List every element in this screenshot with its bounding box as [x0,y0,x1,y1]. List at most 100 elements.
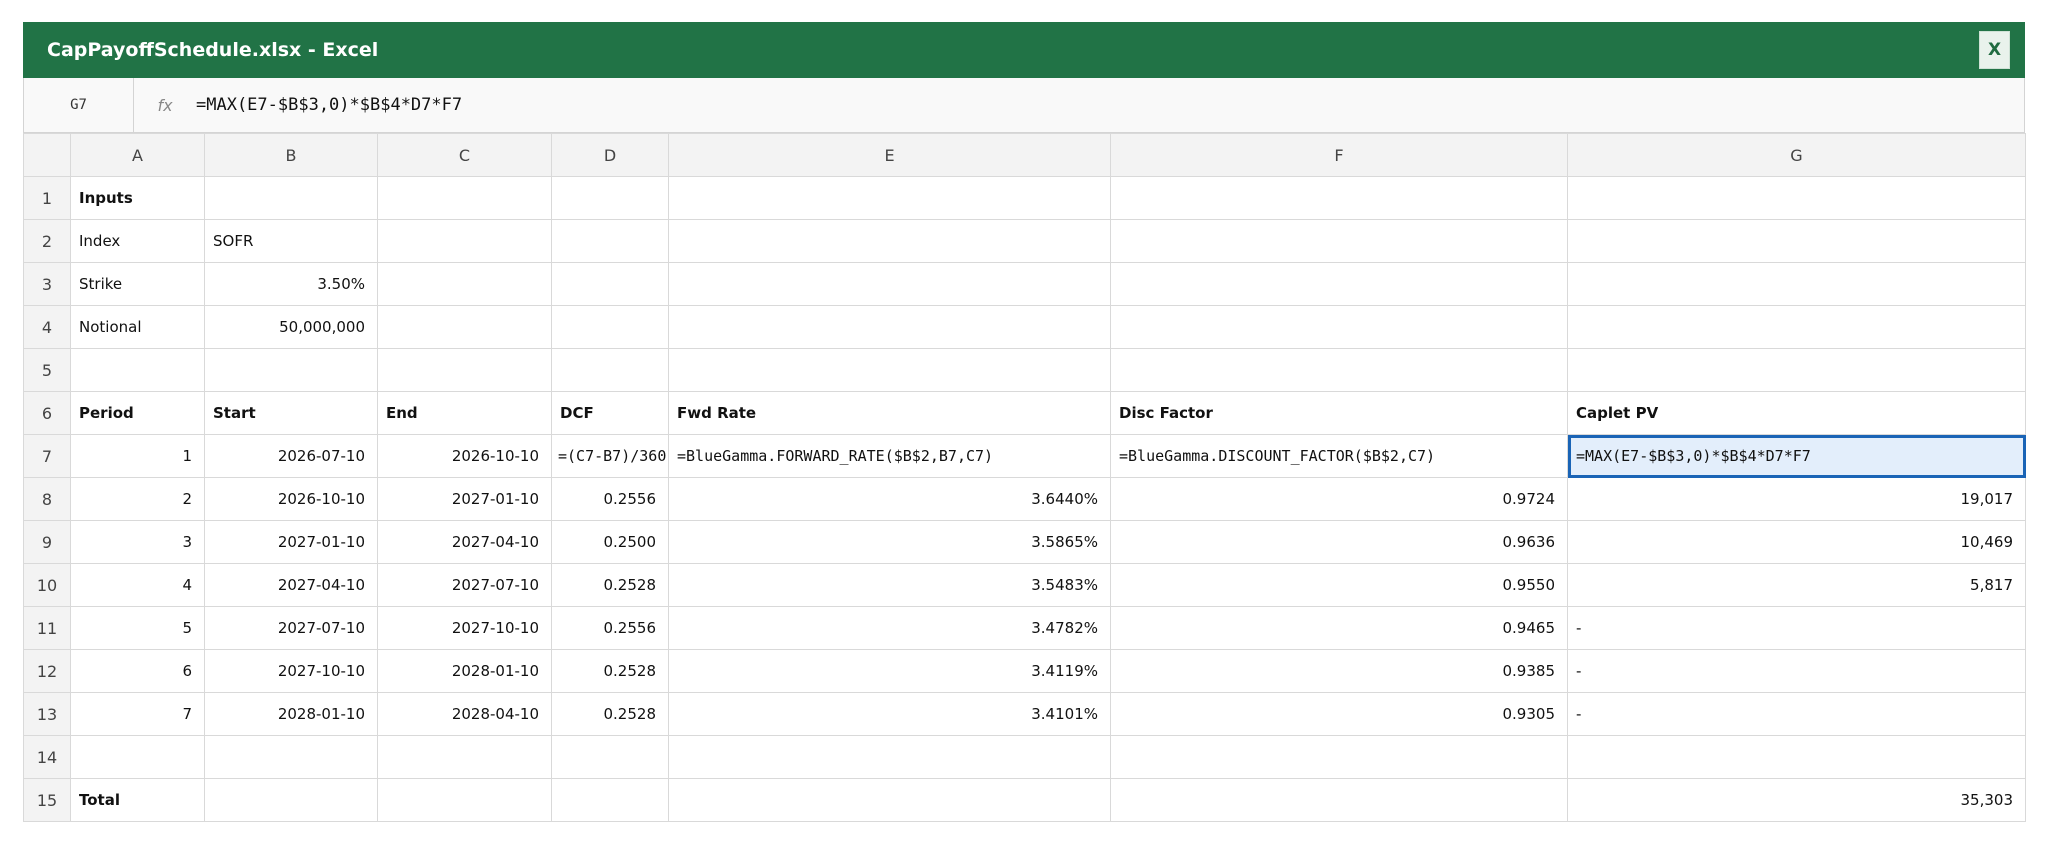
cell-b1[interactable] [204,176,378,220]
cell-c1[interactable] [377,176,552,220]
cell-a1[interactable]: Inputs [70,176,205,220]
cell-a5[interactable] [70,348,205,392]
column-header-d[interactable]: D [551,133,669,177]
cell-f14[interactable] [1110,735,1568,779]
cell-f8[interactable]: 0.9724 [1110,477,1568,521]
row-header[interactable]: 7 [23,434,71,478]
cell-b13[interactable]: 2028-01-10 [204,692,378,736]
cell-c9[interactable]: 2027-04-10 [377,520,552,564]
row-header[interactable]: 3 [23,262,71,306]
cell-c13[interactable]: 2028-04-10 [377,692,552,736]
cell-d4[interactable] [551,305,669,349]
cell-a9[interactable]: 3 [70,520,205,564]
cell-d2[interactable] [551,219,669,263]
cell-f12[interactable]: 0.9385 [1110,649,1568,693]
cell-b14[interactable] [204,735,378,779]
cell-f3[interactable] [1110,262,1568,306]
row-header[interactable]: 9 [23,520,71,564]
cell-d7[interactable]: =(C7-B7)/360 [551,434,669,478]
cell-c11[interactable]: 2027-10-10 [377,606,552,650]
row-header[interactable]: 10 [23,563,71,607]
cell-c5[interactable] [377,348,552,392]
cell-g14[interactable] [1567,735,2026,779]
column-header-f[interactable]: F [1110,133,1568,177]
cell-c10[interactable]: 2027-07-10 [377,563,552,607]
cell-c2[interactable] [377,219,552,263]
row-header[interactable]: 14 [23,735,71,779]
cell-e6[interactable]: Fwd Rate [668,391,1111,435]
cell-b15[interactable] [204,778,378,822]
cell-d15[interactable] [551,778,669,822]
column-header-b[interactable]: B [204,133,378,177]
cell-b12[interactable]: 2027-10-10 [204,649,378,693]
cell-g2[interactable] [1567,219,2026,263]
cell-a13[interactable]: 7 [70,692,205,736]
formula-input[interactable]: =MAX(E7-$B$3,0)*$B$4*D7*F7 [196,95,462,115]
row-header[interactable]: 12 [23,649,71,693]
cell-e2[interactable] [668,219,1111,263]
cell-d12[interactable]: 0.2528 [551,649,669,693]
cell-e9[interactable]: 3.5865% [668,520,1111,564]
cell-e12[interactable]: 3.4119% [668,649,1111,693]
cell-c12[interactable]: 2028-01-10 [377,649,552,693]
cell-g10[interactable]: 5,817 [1567,563,2026,607]
cell-b7[interactable]: 2026-07-10 [204,434,378,478]
cell-e15[interactable] [668,778,1111,822]
cell-a6[interactable]: Period [70,391,205,435]
row-header[interactable]: 13 [23,692,71,736]
cell-e10[interactable]: 3.5483% [668,563,1111,607]
cell-g8[interactable]: 19,017 [1567,477,2026,521]
cell-b6[interactable]: Start [204,391,378,435]
select-all-corner[interactable] [23,133,71,177]
row-header[interactable]: 1 [23,176,71,220]
cell-g11[interactable]: - [1567,606,2026,650]
cell-c4[interactable] [377,305,552,349]
cell-c15[interactable] [377,778,552,822]
cell-d5[interactable] [551,348,669,392]
cell-c14[interactable] [377,735,552,779]
row-header[interactable]: 5 [23,348,71,392]
cell-b3[interactable]: 3.50% [204,262,378,306]
cell-d11[interactable]: 0.2556 [551,606,669,650]
cell-d14[interactable] [551,735,669,779]
cell-e5[interactable] [668,348,1111,392]
row-header[interactable]: 15 [23,778,71,822]
cell-b9[interactable]: 2027-01-10 [204,520,378,564]
cell-d8[interactable]: 0.2556 [551,477,669,521]
cell-d9[interactable]: 0.2500 [551,520,669,564]
cell-b2[interactable]: SOFR [204,219,378,263]
cell-g1[interactable] [1567,176,2026,220]
column-header-c[interactable]: C [377,133,552,177]
column-header-g[interactable]: G [1567,133,2026,177]
cell-a12[interactable]: 6 [70,649,205,693]
cell-b11[interactable]: 2027-07-10 [204,606,378,650]
cell-g4[interactable] [1567,305,2026,349]
row-header[interactable]: 8 [23,477,71,521]
cell-d10[interactable]: 0.2528 [551,563,669,607]
cell-d13[interactable]: 0.2528 [551,692,669,736]
cell-f1[interactable] [1110,176,1568,220]
row-header[interactable]: 6 [23,391,71,435]
cell-d3[interactable] [551,262,669,306]
name-box[interactable]: G7 [24,78,134,132]
cell-c3[interactable] [377,262,552,306]
cell-e11[interactable]: 3.4782% [668,606,1111,650]
cell-f7[interactable]: =BlueGamma.DISCOUNT_FACTOR($B$2,C7) [1110,434,1568,478]
column-header-e[interactable]: E [668,133,1111,177]
cell-c7[interactable]: 2026-10-10 [377,434,552,478]
cell-f5[interactable] [1110,348,1568,392]
cell-a3[interactable]: Strike [70,262,205,306]
cell-a15[interactable]: Total [70,778,205,822]
cell-a14[interactable] [70,735,205,779]
cell-g13[interactable]: - [1567,692,2026,736]
row-header[interactable]: 11 [23,606,71,650]
cell-g12[interactable]: - [1567,649,2026,693]
cell-g9[interactable]: 10,469 [1567,520,2026,564]
cell-e3[interactable] [668,262,1111,306]
cell-f13[interactable]: 0.9305 [1110,692,1568,736]
cell-b8[interactable]: 2026-10-10 [204,477,378,521]
cell-g5[interactable] [1567,348,2026,392]
row-header[interactable]: 2 [23,219,71,263]
cell-e1[interactable] [668,176,1111,220]
cell-e13[interactable]: 3.4101% [668,692,1111,736]
